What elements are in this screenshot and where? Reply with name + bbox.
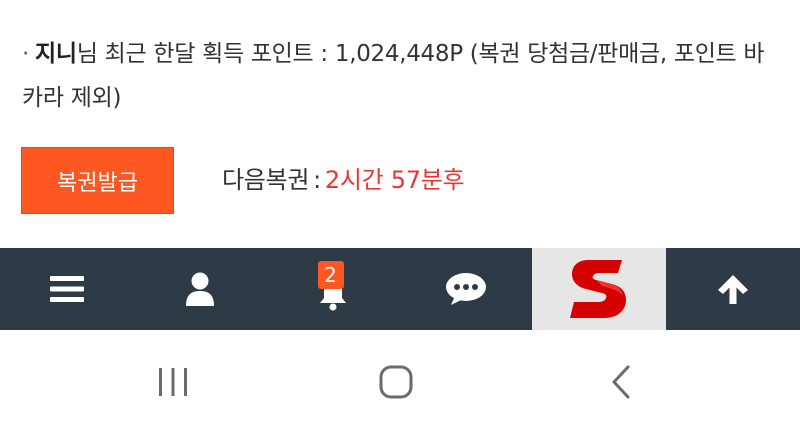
back-button[interactable] [591,358,651,406]
monthly-points-info: · 지니님 최근 한달 획득 포인트 : 1,024,448P (복권 당첨금/판… [22,32,782,120]
user-name: 지니 [35,41,77,67]
menu-icon [49,276,84,302]
chat-icon [445,273,486,305]
bottom-toolbar: 2 [0,248,800,330]
next-ticket-time: 2시간 57분후 [324,166,465,194]
menu-button[interactable] [0,248,133,330]
arrow-up-icon [717,275,748,304]
recent-apps-button[interactable] [143,358,203,406]
profile-button[interactable] [133,248,266,330]
back-icon [612,365,630,399]
site-logo-button[interactable] [532,248,666,330]
points-text: 님 최근 한달 획득 포인트 : 1,024,448P (복권 당첨금/판매금,… [22,41,765,111]
home-icon [379,365,413,399]
system-navigation-bar [0,330,800,431]
page: · 지니님 최근 한달 획득 포인트 : 1,024,448P (복권 당첨금/판… [0,0,800,431]
recent-apps-icon [159,368,187,396]
scroll-top-button[interactable] [666,248,799,330]
user-icon [185,272,214,306]
next-ticket-label: 다음복권 [222,166,310,194]
bullet: · [22,41,30,67]
issue-ticket-button[interactable]: 복권발급 [21,147,174,214]
notifications-button[interactable]: 2 [266,248,399,330]
next-ticket-info: 다음복권:2시간 57분후 [222,158,465,202]
home-button[interactable] [366,358,426,406]
site-logo [570,260,626,318]
separator: : [313,166,321,194]
chat-button[interactable] [399,248,532,330]
notification-badge: 2 [317,261,344,289]
